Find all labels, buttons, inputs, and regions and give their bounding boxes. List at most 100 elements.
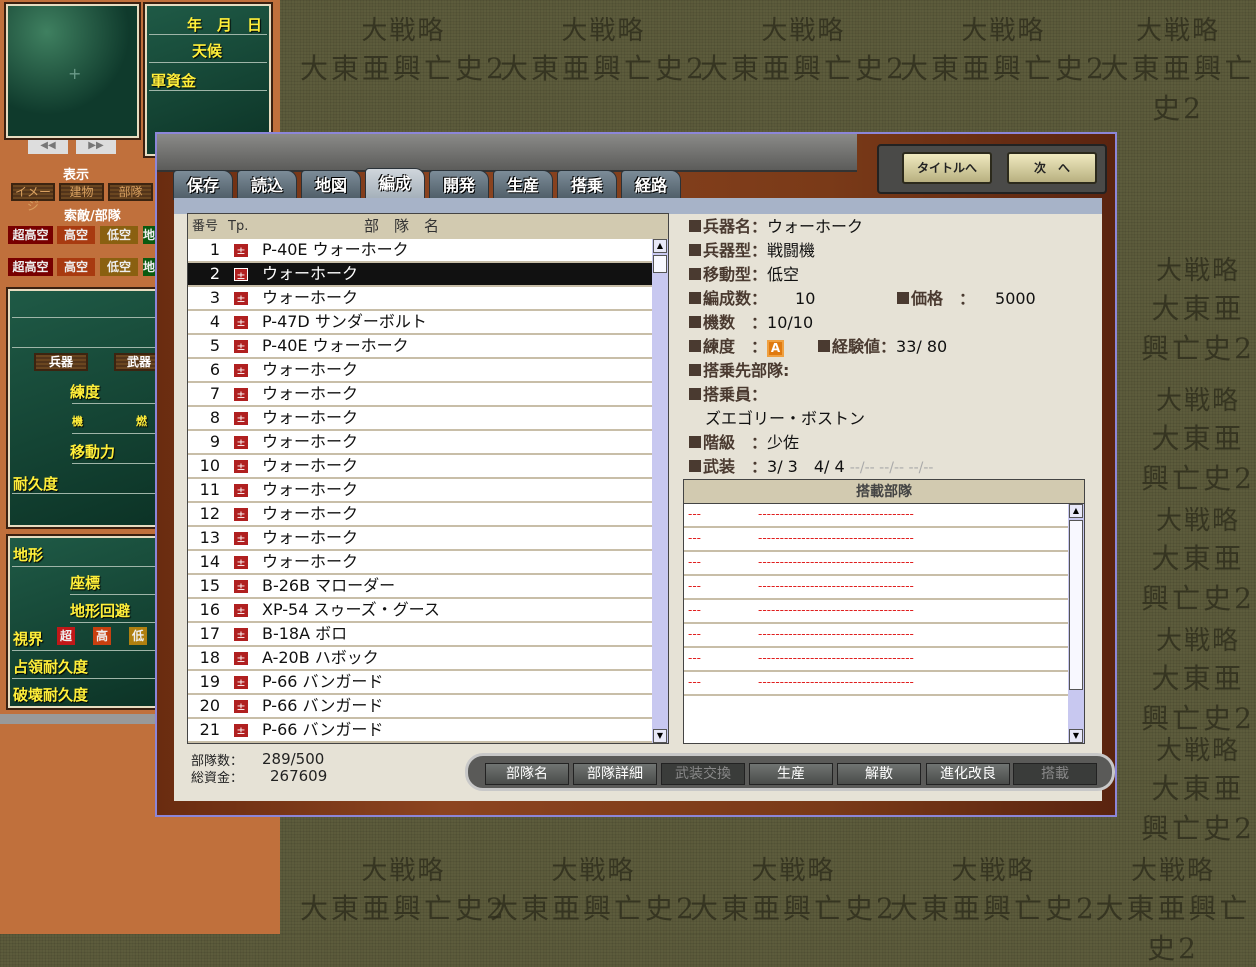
evade-label: 地形回避: [70, 602, 131, 620]
watermark-logo: 大戦略 大東亜興亡史2: [1140, 730, 1256, 847]
tab-5[interactable]: 生産: [493, 170, 553, 200]
unit-row[interactable]: 16 ± XP-54 スゥーズ・グース: [188, 599, 652, 623]
weapon-type-label: 兵器型：: [703, 241, 768, 260]
tab-2[interactable]: 地図: [301, 170, 361, 200]
next-button[interactable]: 次 へ: [1007, 152, 1097, 184]
watermark-line2: 大東亜興亡史2: [500, 52, 707, 85]
tab-4[interactable]: 開発: [429, 170, 489, 200]
minimap[interactable]: +: [6, 4, 139, 138]
unit-name: ウォーホーク: [262, 504, 359, 523]
unit-number: 1: [209, 240, 220, 259]
unit-row[interactable]: 14 ± ウォーホーク: [188, 551, 652, 575]
tab-0[interactable]: 保存: [173, 170, 233, 200]
unit-row[interactable]: 20 ± P-66 バンガード: [188, 695, 652, 719]
cargo-scroll-thumb[interactable]: [1069, 520, 1083, 690]
scroll-up-icon[interactable]: ▲: [653, 239, 667, 253]
unit-row[interactable]: 17 ± B-18A ボロ: [188, 623, 652, 647]
action-button-2[interactable]: 武装交換: [661, 763, 745, 785]
terrain-box: 地形 座標 地形回避 視界 超 高 低 占領耐久度 破壊耐久度: [8, 536, 158, 708]
aircraft-type-icon: ±: [234, 340, 248, 353]
unit-row[interactable]: 15 ± B-26B マローダー: [188, 575, 652, 599]
display-building-button[interactable]: 建物: [59, 183, 104, 201]
machine-label: 機: [72, 415, 83, 428]
aircraft-type-icon: ±: [234, 316, 248, 329]
watermark-line1: 大戦略: [561, 16, 646, 46]
watermark-line1: 大戦略: [1155, 736, 1240, 766]
watermark-line2: 大東亜興亡史2: [690, 892, 897, 925]
unit-row[interactable]: 12 ± ウォーホーク: [188, 503, 652, 527]
watermark-logo: 大戦略 大東亜興亡史2: [1140, 500, 1256, 617]
unit-row[interactable]: 10 ± ウォーホーク: [188, 455, 652, 479]
unit-row[interactable]: 5 ± P-40E ウォーホーク: [188, 335, 652, 359]
action-button-4[interactable]: 解散: [837, 763, 921, 785]
unit-row[interactable]: 19 ± P-66 バンガード: [188, 671, 652, 695]
coord-label: 座標: [70, 574, 101, 592]
header-number: 番号: [192, 219, 219, 234]
search-filter-0[interactable]: 超高空: [8, 226, 53, 244]
tab-6[interactable]: 搭乗: [557, 170, 617, 200]
watermark-logo: 大戦略大東亜興亡史2: [500, 10, 707, 87]
unit-row[interactable]: 18 ± A-20B ハボック: [188, 647, 652, 671]
cargo-row[interactable]: --- ------------------------------------: [684, 624, 1068, 648]
unit-name: P-66 バンガード: [262, 696, 384, 715]
cargo-scrollbar[interactable]: ▲ ▼: [1068, 504, 1084, 743]
minimap-next-button[interactable]: ▶▶: [76, 140, 116, 154]
minimap-prev-button[interactable]: ◀◀: [28, 140, 68, 154]
action-button-3[interactable]: 生産: [749, 763, 833, 785]
cargo-row[interactable]: --- ------------------------------------: [684, 648, 1068, 672]
search-filter-3[interactable]: 地: [143, 258, 155, 276]
cargo-row[interactable]: --- ------------------------------------: [684, 528, 1068, 552]
unit-row[interactable]: 9 ± ウォーホーク: [188, 431, 652, 455]
title-button[interactable]: タイトルへ: [902, 152, 992, 184]
unit-row[interactable]: 4 ± P-47D サンダーボルト: [188, 311, 652, 335]
unit-name: XP-54 スゥーズ・グース: [262, 600, 440, 619]
unit-row[interactable]: 3 ± ウォーホーク: [188, 287, 652, 311]
watermark-line1: 大戦略: [951, 856, 1036, 886]
display-image-button[interactable]: イメージ: [11, 183, 55, 213]
cargo-scroll-up-icon[interactable]: ▲: [1069, 504, 1083, 518]
unit-name: A-20B ハボック: [262, 648, 379, 667]
search-filter-0[interactable]: 超高空: [8, 258, 53, 276]
left-scrollbar[interactable]: [0, 714, 160, 724]
skill-badge: A: [767, 340, 785, 357]
unit-row[interactable]: 11 ± ウォーホーク: [188, 479, 652, 503]
cargo-row[interactable]: --- ------------------------------------: [684, 504, 1068, 528]
search-filter-1[interactable]: 高空: [57, 226, 95, 244]
cargo-dash-b: ------------------------------------: [758, 651, 914, 665]
watermark-line1: 大戦略: [1130, 856, 1215, 886]
cargo-row[interactable]: --- ------------------------------------: [684, 576, 1068, 600]
cargo-row[interactable]: --- ------------------------------------: [684, 672, 1068, 696]
action-button-0[interactable]: 部隊名: [485, 763, 569, 785]
occupy-label: 占領耐久度: [13, 658, 89, 676]
display-unit-button[interactable]: 部隊: [108, 183, 153, 201]
cargo-scroll-down-icon[interactable]: ▼: [1069, 729, 1083, 743]
cargo-row[interactable]: --- ------------------------------------: [684, 600, 1068, 624]
search-filter-2[interactable]: 低空: [100, 258, 138, 276]
unit-row[interactable]: 8 ± ウォーホーク: [188, 407, 652, 431]
tab-7[interactable]: 経路: [621, 170, 681, 200]
cargo-row[interactable]: --- ------------------------------------: [684, 552, 1068, 576]
unit-row[interactable]: 6 ± ウォーホーク: [188, 359, 652, 383]
search-filter-1[interactable]: 高空: [57, 258, 95, 276]
unit-row[interactable]: 13 ± ウォーホーク: [188, 527, 652, 551]
unit-row[interactable]: 7 ± ウォーホーク: [188, 383, 652, 407]
unit-number: 21: [199, 720, 220, 739]
weapon-button[interactable]: 兵器: [34, 353, 88, 371]
unit-row[interactable]: 21 ± P-66 バンガード: [188, 719, 652, 743]
unit-number: 5: [209, 336, 220, 355]
unit-row[interactable]: 2 ± ウォーホーク: [188, 263, 652, 287]
scroll-down-icon[interactable]: ▼: [653, 729, 667, 743]
action-button-1[interactable]: 部隊詳細: [573, 763, 657, 785]
tab-3[interactable]: 編成: [365, 168, 425, 200]
search-filter-2[interactable]: 低空: [100, 226, 138, 244]
search-filter-3[interactable]: 地: [143, 226, 155, 244]
cargo-dash-b: ------------------------------------: [758, 507, 914, 521]
tab-1[interactable]: 読込: [237, 170, 297, 200]
action-button-5[interactable]: 進化改良: [926, 763, 1010, 785]
unit-list-scrollbar[interactable]: ▲ ▼: [652, 239, 668, 743]
unit-row[interactable]: 1 ± P-40E ウォーホーク: [188, 239, 652, 263]
vision-label: 視界: [13, 630, 44, 648]
watermark-logo: 大戦略 大東亜興亡史2: [1140, 620, 1256, 737]
scroll-thumb[interactable]: [653, 255, 667, 273]
action-button-6[interactable]: 搭載: [1013, 763, 1097, 785]
